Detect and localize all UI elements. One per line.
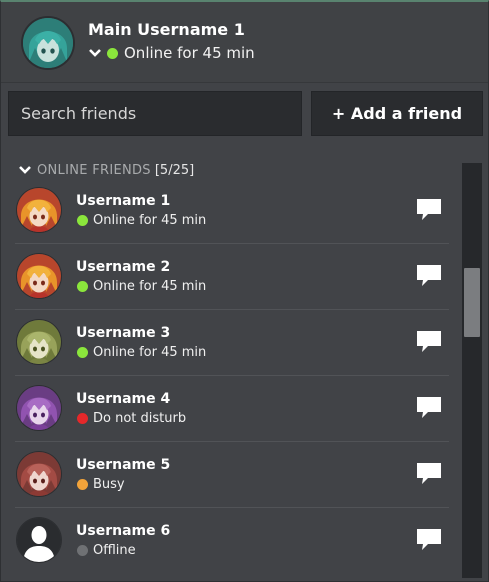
status-dot <box>77 412 88 424</box>
chevron-down-icon[interactable] <box>89 48 101 58</box>
friend-username: Username 4 <box>76 391 171 407</box>
friend-list: Username 1 Online for 45 min Username 2 Onl… <box>15 178 449 574</box>
online-status-dot <box>107 47 118 59</box>
friend-row[interactable]: Username 2 Online for 45 min <box>15 244 449 310</box>
main-status[interactable]: Online for 45 min <box>89 43 255 63</box>
friend-avatar[interactable] <box>17 254 61 298</box>
friend-status: Online for 45 min <box>77 212 206 228</box>
friend-status-text: Do not disturb <box>93 410 187 426</box>
friend-avatar[interactable] <box>17 320 61 364</box>
chat-message-icon[interactable] <box>416 198 442 222</box>
friend-status: Online for 45 min <box>77 278 206 294</box>
friend-status: Do not disturb <box>77 410 186 426</box>
friend-status-text: Busy <box>93 476 125 492</box>
chat-message-icon[interactable] <box>416 528 442 552</box>
main-user-avatar[interactable] <box>23 18 73 68</box>
chat-message-icon[interactable] <box>416 462 442 486</box>
chevron-down-icon <box>19 165 31 175</box>
status-dot <box>77 346 88 358</box>
chat-message-icon[interactable] <box>416 396 442 420</box>
section-label: ONLINE FRIENDS <box>37 162 151 178</box>
friend-avatar[interactable] <box>17 518 61 562</box>
profile-header: Main Username 1 Online for 45 min <box>1 2 488 82</box>
friend-status: Offline <box>77 542 136 558</box>
friend-username: Username 3 <box>76 325 171 341</box>
friend-username: Username 2 <box>76 259 171 275</box>
friend-status-text: Online for 45 min <box>93 212 207 228</box>
header-divider <box>1 82 488 83</box>
friend-row[interactable]: Username 5 Busy <box>15 442 449 508</box>
status-dot <box>77 478 88 490</box>
friend-row[interactable]: Username 3 Online for 45 min <box>15 310 449 376</box>
friend-username: Username 6 <box>76 523 171 539</box>
status-dot <box>77 544 88 556</box>
friend-status: Online for 45 min <box>77 344 206 360</box>
section-count: [5/25] <box>154 162 195 178</box>
chat-message-icon[interactable] <box>416 264 442 288</box>
friend-row[interactable]: Username 6 Offline <box>15 508 449 574</box>
status-dot <box>77 214 88 226</box>
friend-status: Busy <box>77 476 125 492</box>
friend-row[interactable]: Username 4 Do not disturb <box>15 376 449 442</box>
friend-status-text: Online for 45 min <box>93 278 207 294</box>
friend-status-text: Online for 45 min <box>93 344 207 360</box>
friend-username: Username 1 <box>76 193 171 209</box>
main-username: Main Username 1 <box>88 20 245 39</box>
friend-avatar[interactable] <box>17 386 61 430</box>
status-dot <box>77 280 88 292</box>
add-friend-button[interactable]: + Add a friend <box>311 91 483 136</box>
main-status-text: Online for 45 min <box>124 44 255 62</box>
friend-status-text: Offline <box>93 542 136 558</box>
friend-username: Username 5 <box>76 457 171 473</box>
friends-panel: Main Username 1 Online for 45 min + Add … <box>0 0 489 582</box>
online-friends-section-toggle[interactable]: ONLINE FRIENDS [5/25] <box>19 160 194 180</box>
friend-avatar[interactable] <box>17 452 61 496</box>
scrollbar-track[interactable] <box>462 163 482 578</box>
search-input[interactable] <box>8 91 302 136</box>
chat-message-icon[interactable] <box>416 330 442 354</box>
friend-avatar[interactable] <box>17 188 61 232</box>
friend-row[interactable]: Username 1 Online for 45 min <box>15 178 449 244</box>
scrollbar-thumb[interactable] <box>464 268 480 337</box>
